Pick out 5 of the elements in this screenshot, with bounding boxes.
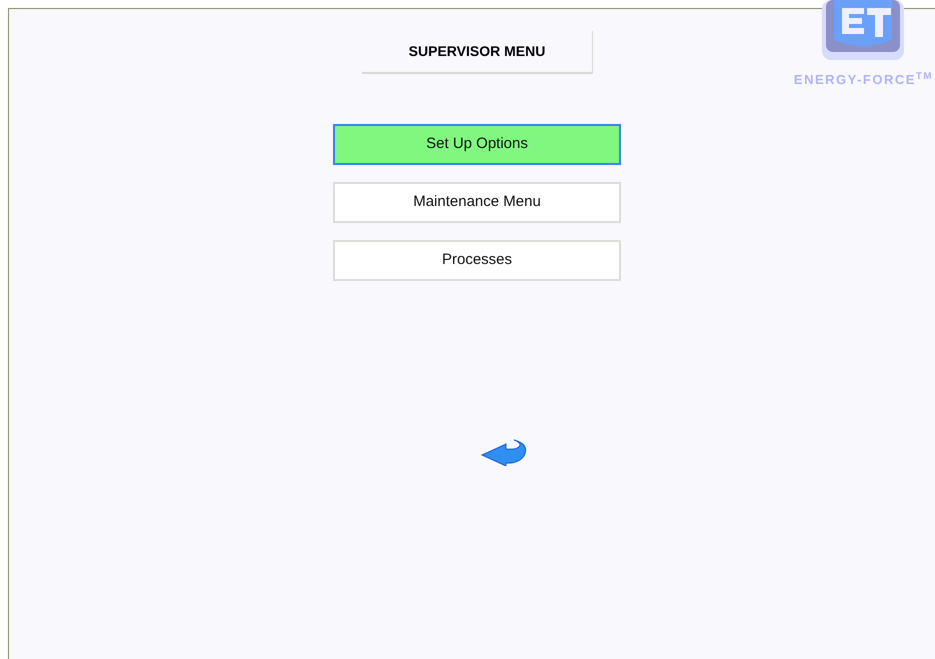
menu-button[interactable]: Processes: [333, 240, 621, 281]
logo-text: ENERGY-FORCE$^{TM}$: [794, 70, 933, 89]
menu-button[interactable]: Set Up Options: [333, 124, 621, 165]
menu-button[interactable]: Maintenance Menu: [333, 182, 621, 223]
menu-title: SUPERVISOR MENU: [362, 31, 593, 74]
